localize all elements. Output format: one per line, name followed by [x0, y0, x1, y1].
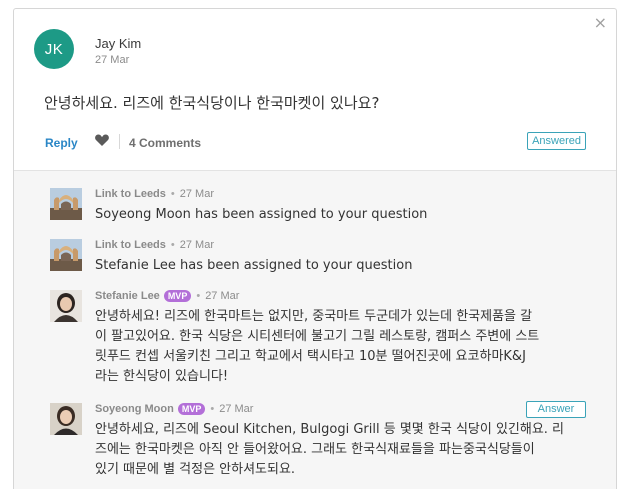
comment-item: Link to Leeds • 27 Mar Stefanie Lee has … — [50, 239, 586, 279]
answered-badge: Answered — [527, 132, 586, 150]
question-card: × JK Jay Kim 27 Mar 안녕하세요. 리즈에 한국식당이나 한국… — [13, 8, 617, 489]
comment-header: Stefanie Lee MVP • 27 Mar — [95, 290, 239, 302]
comment-item: Stefanie Lee MVP • 27 Mar 안녕하세요! 리즈에 한국마… — [50, 290, 586, 390]
comments-list: Link to Leeds • 27 Mar Soyeong Moon has … — [14, 170, 616, 489]
reply-button[interactable]: Reply — [45, 136, 78, 150]
close-icon[interactable]: × — [594, 15, 607, 31]
leeds-logo-avatar — [50, 188, 82, 220]
comment-text: 안녕하세요! 리즈에 한국마트는 없지만, 중국마트 두군데가 있는데 한국제품… — [95, 307, 539, 387]
comment-line: 안녕하세요, 리즈에 Seoul Kitchen, Bulgogi Grill … — [95, 422, 565, 437]
mvp-badge: MVP — [163, 290, 192, 302]
separator-dot: • — [170, 239, 175, 251]
avatar-initials: JK — [44, 40, 64, 58]
comment-author[interactable]: Soyeong Moon — [95, 403, 174, 415]
comment-date: 27 Mar — [205, 290, 240, 302]
comment-line: 라는 한식당이 있습니다! — [95, 369, 229, 384]
comment-line: 즈에는 한국마켓은 아직 안 들어왔어요. 그래도 한국식재료들을 파는중국식당… — [95, 442, 535, 457]
question-author[interactable]: Jay Kim — [95, 36, 141, 51]
separator-dot: • — [196, 290, 201, 302]
comment-author[interactable]: Link to Leeds — [95, 188, 166, 200]
question-actions: Reply 4 Comments Answered — [14, 129, 616, 157]
comment-date: 27 Mar — [179, 239, 215, 251]
comment-date: 27 Mar — [219, 403, 254, 415]
answer-badge: Answer — [526, 401, 586, 418]
user-photo-avatar — [50, 403, 82, 435]
comment-author[interactable]: Stefanie Lee — [95, 290, 160, 302]
comment-header: Link to Leeds • 27 Mar — [95, 188, 214, 200]
question-date: 27 Mar — [95, 54, 130, 66]
comment-line: 이 팔고있어요. 한국 식당은 시티센터에 불고기 그릴 레스토랑, 캠퍼스 주… — [95, 329, 540, 344]
comment-header: Link to Leeds • 27 Mar — [95, 239, 214, 251]
question-text: 안녕하세요. 리즈에 한국식당이나 한국마켓이 있나요? — [44, 94, 380, 112]
leeds-logo-avatar — [50, 239, 82, 271]
comment-date: 27 Mar — [179, 188, 215, 200]
mvp-badge: MVP — [177, 403, 206, 415]
comment-text: Soyeong Moon has been assigned to your q… — [95, 207, 428, 222]
comment-item: Soyeong Moon MVP • 27 Mar Answer 안녕하세요, … — [50, 401, 586, 483]
heart-icon[interactable] — [94, 132, 110, 148]
user-photo-avatar — [50, 290, 82, 322]
comment-text: 안녕하세요, 리즈에 Seoul Kitchen, Bulgogi Grill … — [95, 420, 564, 480]
comments-count-link[interactable]: 4 Comments — [129, 136, 201, 150]
comment-item: Link to Leeds • 27 Mar Soyeong Moon has … — [50, 188, 586, 228]
comment-author[interactable]: Link to Leeds — [95, 239, 166, 251]
separator-dot: • — [170, 188, 175, 200]
separator-dot: • — [210, 403, 215, 415]
comment-text: Stefanie Lee has been assigned to your q… — [95, 258, 413, 273]
comment-line: 안녕하세요! 리즈에 한국마트는 없지만, 중국마트 두군데가 있는데 한국제품… — [95, 309, 533, 324]
comment-line: 릿푸드 컨셉 서울키친 그리고 학교에서 택시타고 10분 떨어진곳에 요코하마… — [95, 349, 526, 364]
avatar: JK — [34, 29, 74, 69]
comment-line: 있기 때문에 별 걱정은 안하셔도되요. — [95, 462, 296, 477]
comment-header: Soyeong Moon MVP • 27 Mar — [95, 403, 253, 415]
divider — [119, 134, 120, 149]
